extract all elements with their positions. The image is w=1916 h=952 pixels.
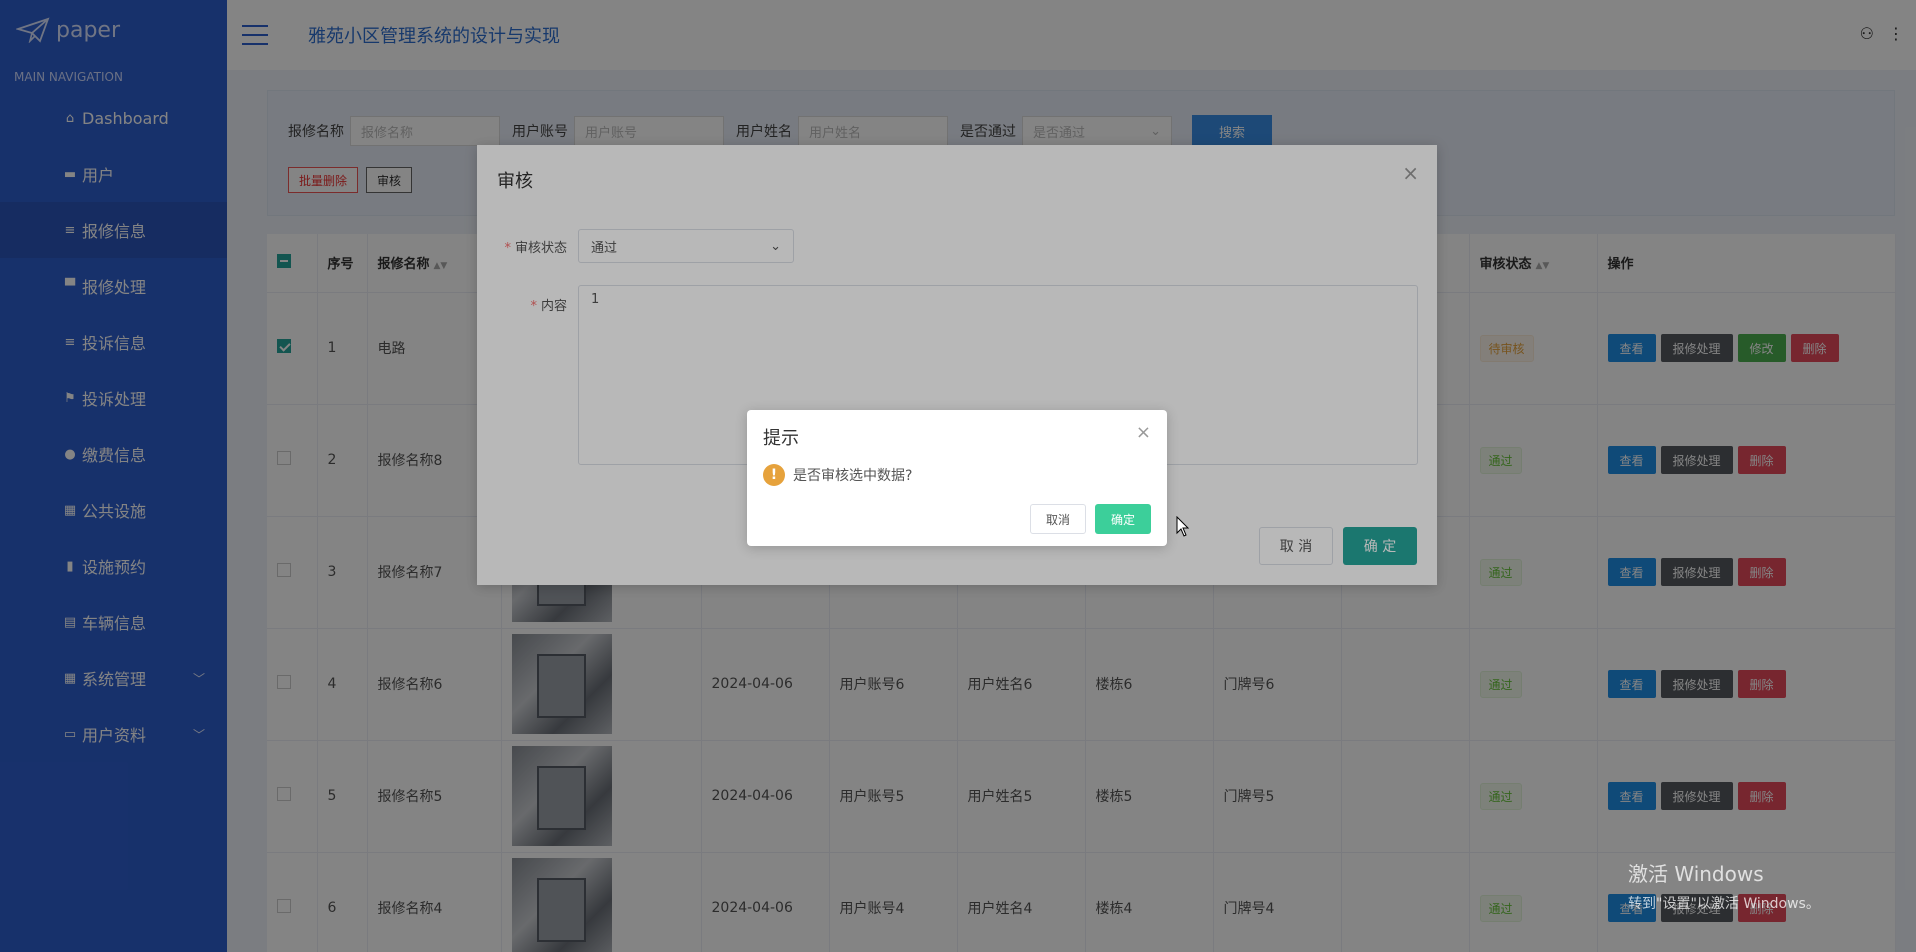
warning-icon: ! bbox=[763, 464, 785, 486]
close-icon[interactable]: × bbox=[1136, 422, 1151, 443]
confirm-ok-button[interactable]: 确定 bbox=[1095, 504, 1151, 534]
confirm-cancel-button[interactable]: 取消 bbox=[1030, 504, 1086, 534]
watermark-line2: 转到"设置"以激活 Windows。 bbox=[1628, 896, 1820, 912]
confirm-message: ! 是否审核选中数据? bbox=[763, 464, 912, 486]
confirm-message-text: 是否审核选中数据? bbox=[793, 468, 913, 484]
confirm-dialog: 提示 × ! 是否审核选中数据? 取消 确定 bbox=[747, 410, 1167, 546]
confirm-dialog-title: 提示 bbox=[763, 428, 799, 449]
watermark-line1: 激活 Windows bbox=[1628, 862, 1764, 886]
windows-activation-watermark: 激活 Windows 转到"设置"以激活 Windows。 bbox=[1628, 858, 1820, 913]
mouse-cursor-icon bbox=[1176, 516, 1190, 537]
